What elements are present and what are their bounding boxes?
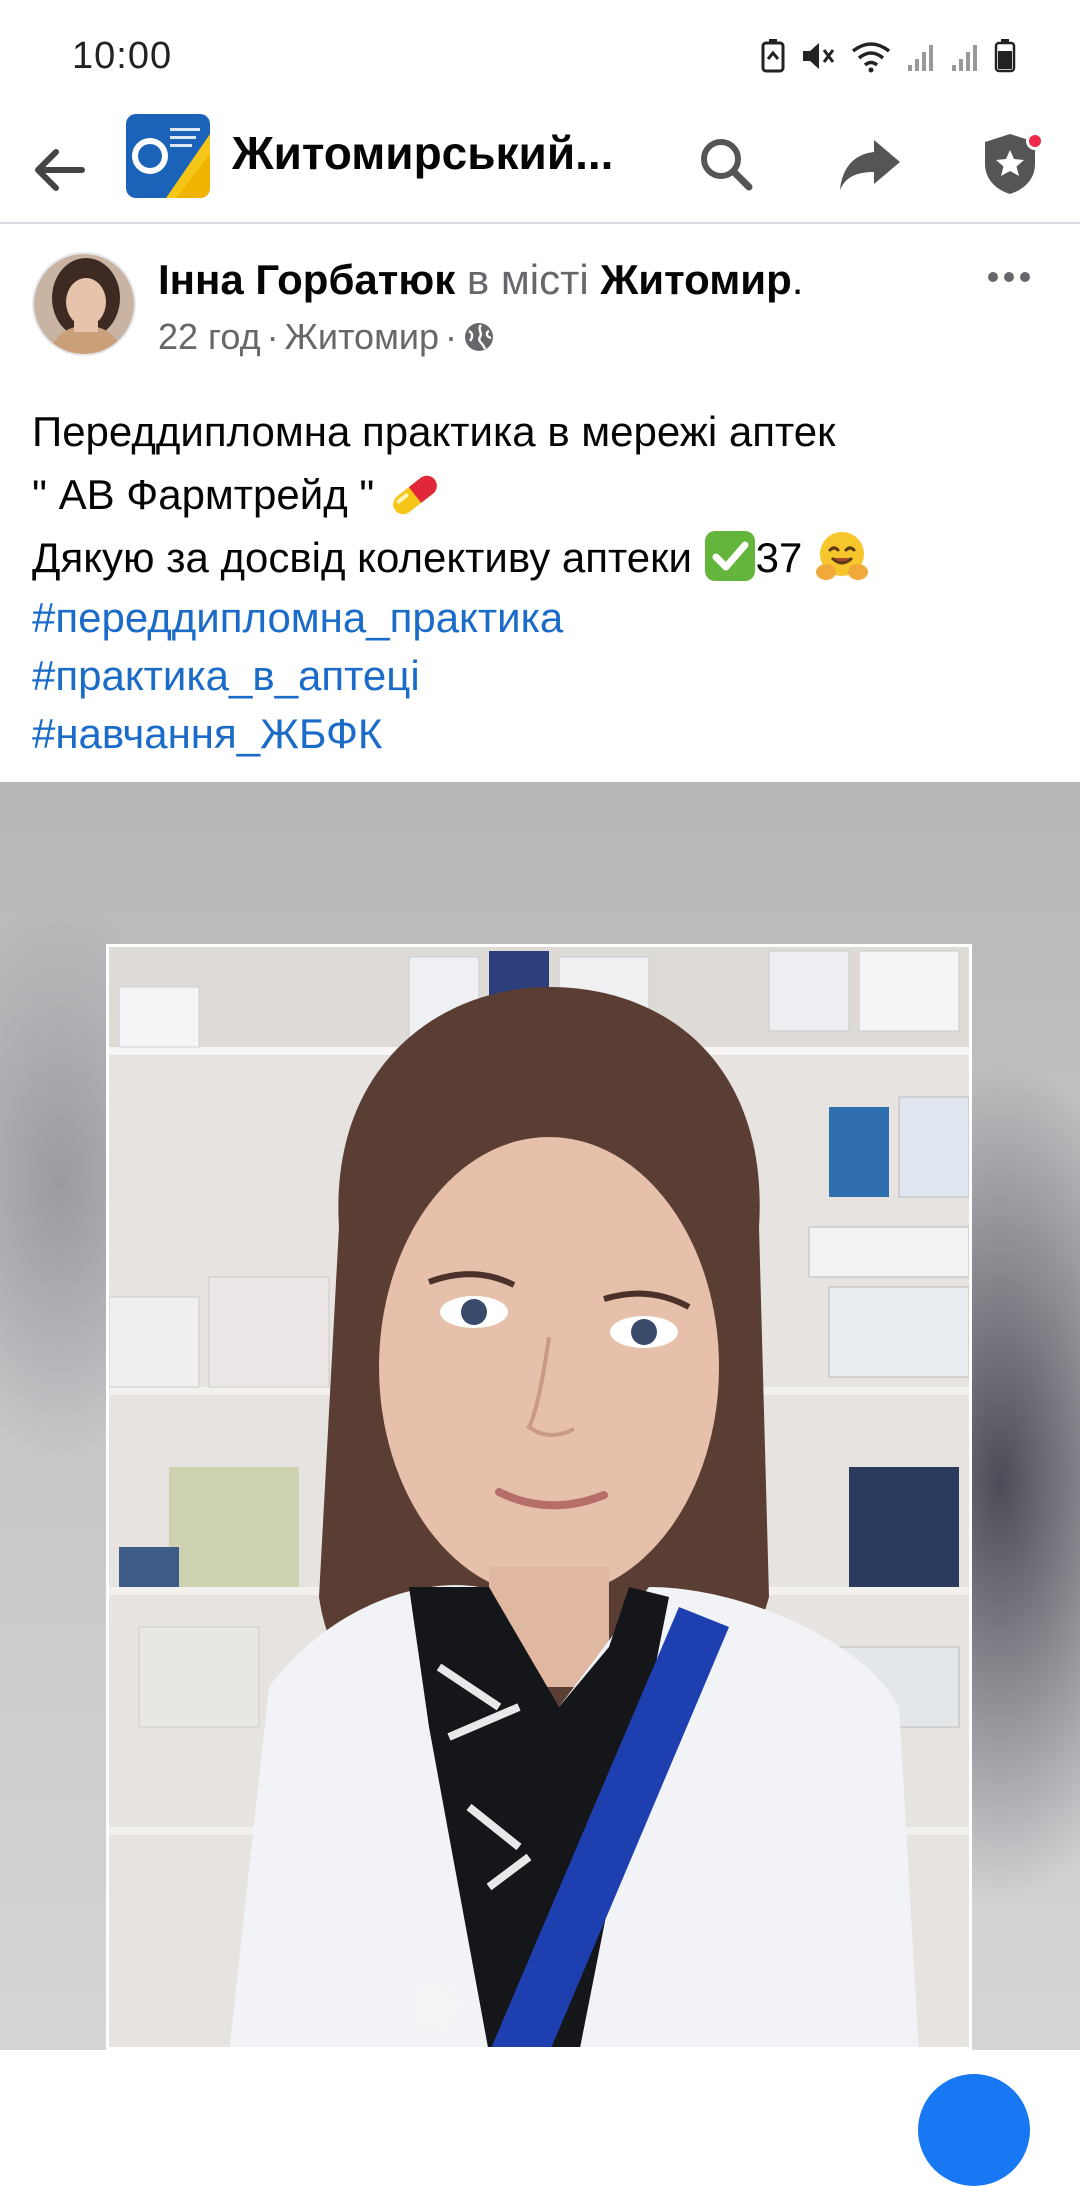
post-meta: 22 год · Житомир ·	[158, 316, 495, 358]
post-text-line-2: " АВ Фармтрейд "	[32, 463, 1052, 526]
post-photo[interactable]	[0, 782, 1080, 2050]
arrow-left-icon	[35, 149, 85, 191]
post-time[interactable]: 22 год	[158, 316, 261, 358]
signal-icon-2	[952, 45, 977, 71]
bottom-bar	[0, 2050, 1080, 2102]
pill-emoji	[393, 475, 437, 515]
meta-separator-2: ·	[444, 316, 457, 357]
battery-icon	[994, 39, 1016, 73]
post-header: Інна Горбатюк в місті Житомир. 22 год · …	[0, 232, 1080, 372]
mute-icon	[803, 43, 835, 69]
globe-icon[interactable]	[463, 321, 495, 353]
share-arrow-icon	[840, 140, 900, 190]
post-text-line-3-text: Дякую за досвід колективу аптеки	[32, 534, 704, 581]
search-icon	[701, 139, 753, 191]
battery-saver-icon	[761, 39, 785, 73]
more-options-button[interactable]	[976, 252, 1042, 302]
post-location[interactable]: Житомир	[285, 316, 439, 358]
avatar-image	[34, 254, 134, 354]
floating-action-button[interactable]	[918, 2074, 1030, 2186]
post-text-line-3-number: 37	[755, 534, 815, 581]
author-line: Інна Горбатюк в місті Житомир.	[158, 256, 803, 304]
status-time: 10:00	[72, 34, 173, 77]
back-button[interactable]	[30, 140, 90, 200]
hugging-face-emoji	[816, 532, 869, 580]
wifi-icon	[851, 42, 891, 73]
page-header: Житомирський...	[0, 112, 1080, 224]
status-bar: 10:00	[0, 0, 1080, 112]
check-mark-emoji	[704, 531, 755, 581]
meta-separator: ·	[266, 316, 279, 357]
notification-dot	[1026, 132, 1044, 150]
hashtag-link-2[interactable]: #практика_в_аптеці	[32, 647, 1052, 705]
avatar[interactable]	[32, 252, 136, 356]
photo-frame	[106, 944, 972, 2050]
hashtag-link-1[interactable]: #переддипломна_практика	[32, 589, 1052, 647]
more-dots-icon	[988, 272, 1030, 282]
share-button[interactable]	[834, 128, 906, 200]
shield-button[interactable]	[974, 128, 1046, 200]
author-name[interactable]: Інна Горбатюк	[158, 256, 455, 303]
post-text-line-2-text: " АВ Фармтрейд "	[32, 471, 375, 518]
post-text: Переддипломна практика в мережі аптек " …	[32, 400, 1052, 763]
city-link[interactable]: Житомир	[600, 256, 791, 303]
in-city-text: в місті	[466, 256, 589, 303]
post-text-line-1: Переддипломна практика в мережі аптек	[32, 408, 836, 455]
page-title[interactable]: Житомирський...	[232, 126, 632, 180]
hashtag-link-3[interactable]: #навчання_ЖБФК	[32, 705, 1052, 763]
college-logo-icon	[126, 114, 210, 198]
post-text-line-3: Дякую за досвід колективу аптеки 37	[32, 526, 1052, 589]
signal-icon-1	[908, 45, 933, 71]
search-button[interactable]	[690, 128, 762, 200]
page-logo[interactable]	[126, 114, 210, 198]
status-icons	[760, 39, 1016, 73]
photo-content	[109, 947, 969, 2047]
city-period: .	[791, 256, 804, 303]
